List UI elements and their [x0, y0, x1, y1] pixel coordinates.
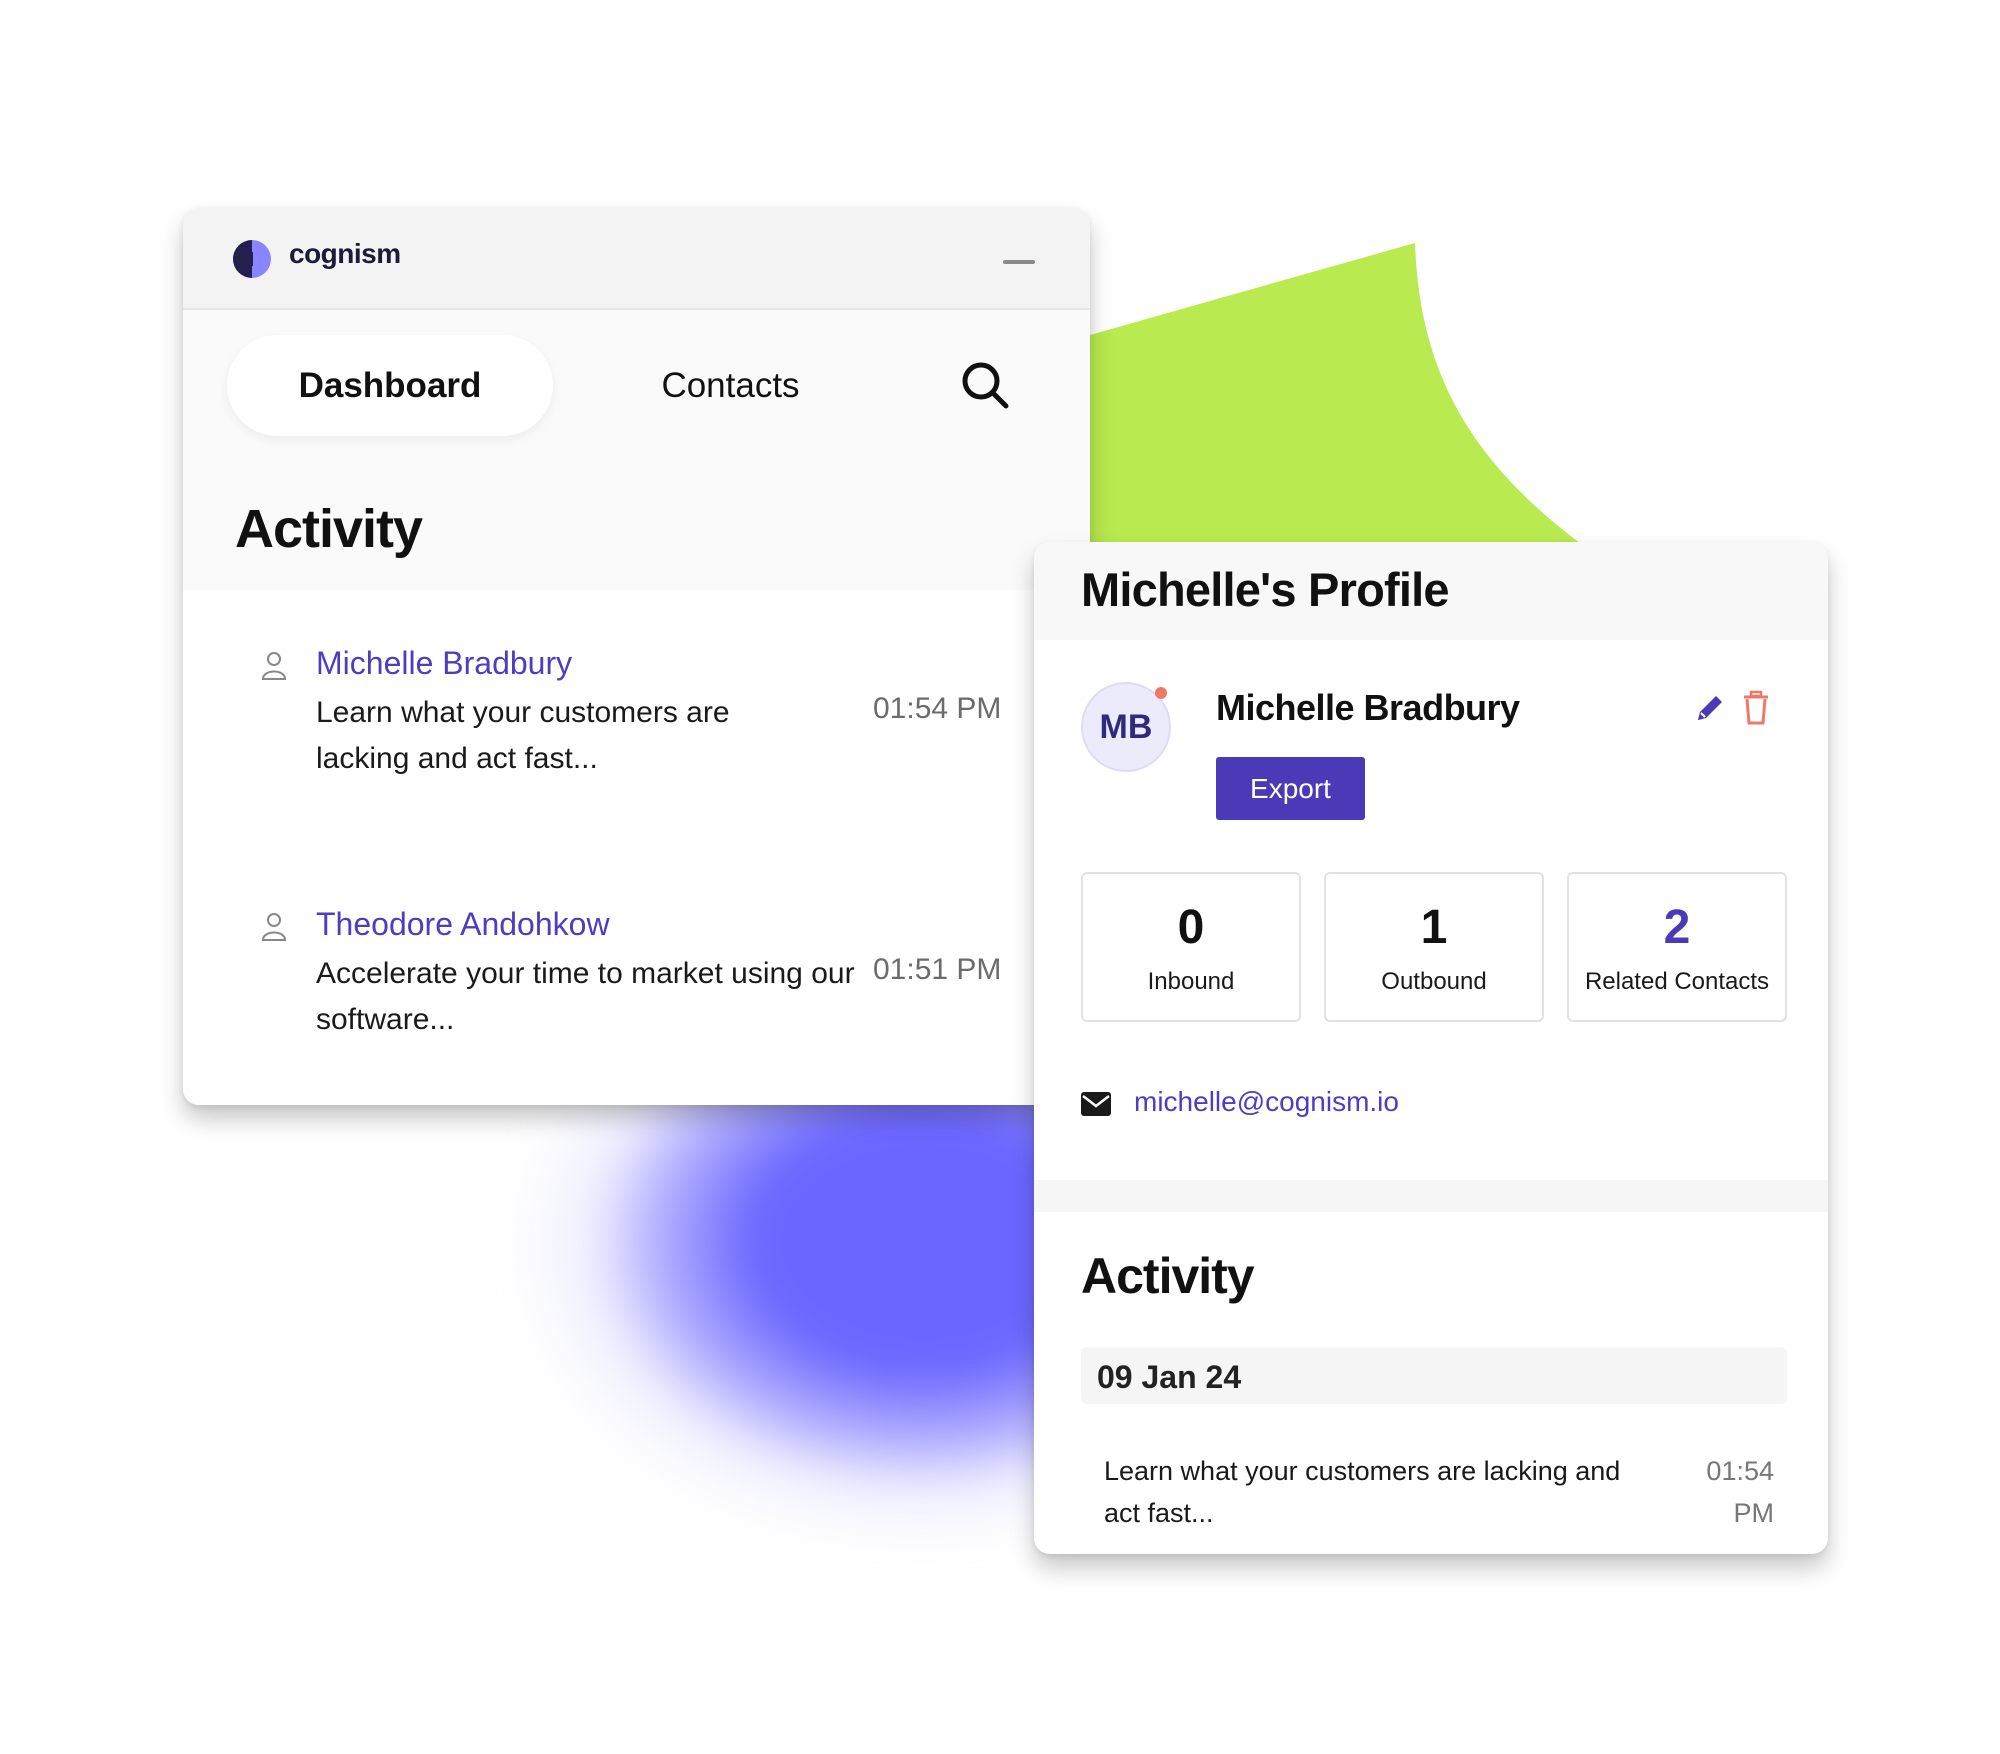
profile-title: Michelle's Profile	[1081, 563, 1449, 616]
activity-item: Michelle Bradbury Learn what your custom…	[183, 645, 1090, 845]
status-indicator	[1155, 687, 1167, 699]
trash-icon[interactable]	[1741, 690, 1771, 726]
export-button[interactable]: Export	[1216, 757, 1365, 820]
stat-value: 1	[1420, 901, 1448, 954]
activity-time: 01:51 PM	[873, 953, 1002, 986]
stat-value: 2	[1663, 901, 1691, 954]
activity-heading: Activity	[235, 499, 423, 559]
stat-related-contacts[interactable]: 2 Related Contacts	[1567, 872, 1787, 1022]
profile-panel: Michelle's Profile MB Michelle Bradbury …	[1034, 542, 1828, 1554]
cognism-logo-icon	[233, 240, 271, 278]
avatar-initials: MB	[1099, 707, 1153, 746]
pencil-icon[interactable]	[1692, 692, 1726, 726]
stat-label: Inbound	[1147, 968, 1235, 995]
window-header: cognism	[183, 208, 1090, 310]
activity-list: Michelle Bradbury Learn what your custom…	[183, 590, 1090, 1105]
activity-date-header: 09 Jan 24	[1081, 1347, 1787, 1404]
profile-header: Michelle's Profile	[1034, 542, 1828, 640]
brand-name: cognism	[289, 238, 401, 269]
dashboard-window: cognism Dashboard Contacts Activity Mich…	[183, 208, 1090, 1105]
tab-dashboard[interactable]: Dashboard	[227, 335, 553, 436]
activity-item: Theodore Andohkow Accelerate your time t…	[183, 906, 1090, 1105]
contact-name: Michelle Bradbury	[1216, 687, 1520, 728]
green-decorative-shape	[1090, 243, 1610, 565]
email-link[interactable]: michelle@cognism.io	[1134, 1086, 1399, 1118]
profile-activity-description: Learn what your customers are lacking an…	[1104, 1456, 1621, 1528]
profile-activity-time: 01:54 PM	[1706, 1456, 1774, 1528]
stat-inbound[interactable]: 0 Inbound	[1081, 872, 1301, 1022]
activity-description: Accelerate your time to market using our…	[316, 957, 855, 1036]
activity-time: 01:54 PM	[873, 692, 1002, 725]
activity-contact-name[interactable]: Theodore Andohkow	[316, 906, 610, 943]
stat-label: Outbound	[1381, 968, 1487, 995]
activity-contact-name[interactable]: Michelle Bradbury	[316, 645, 572, 682]
section-divider	[1034, 1180, 1828, 1212]
search-icon[interactable]	[958, 358, 1014, 414]
profile-activity-heading: Activity	[1081, 1248, 1255, 1304]
activity-date: 09 Jan 24	[1097, 1359, 1242, 1395]
activity-description: Learn what your customers are lacking an…	[316, 696, 730, 775]
stat-label: Related Contacts	[1584, 968, 1770, 995]
purple-decorative-blur	[330, 1060, 1090, 1580]
stat-outbound[interactable]: 1 Outbound	[1324, 872, 1544, 1022]
person-icon	[261, 652, 287, 680]
minimize-icon[interactable]	[1003, 260, 1035, 264]
envelope-icon	[1081, 1092, 1111, 1116]
stat-value: 0	[1177, 901, 1205, 954]
tab-contacts[interactable]: Contacts	[623, 335, 838, 436]
person-icon	[261, 913, 287, 941]
